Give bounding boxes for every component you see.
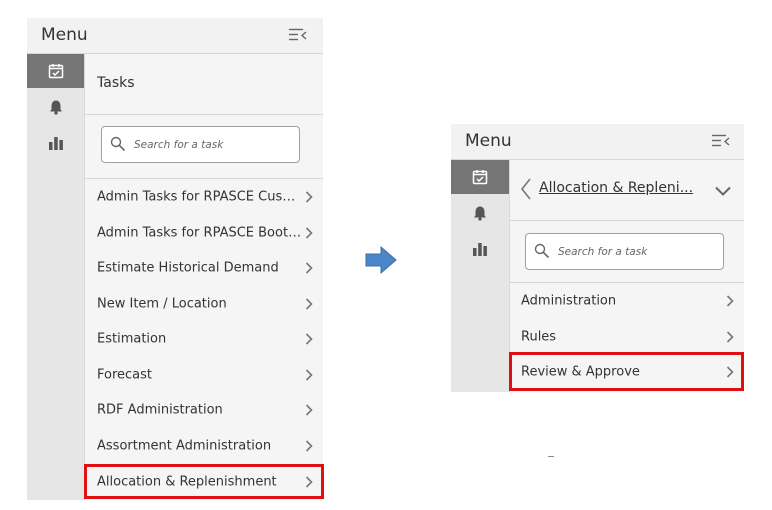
task-item-review-approve[interactable]: Review & Approve [510,354,744,390]
chevron-right-icon [305,476,313,488]
chevron-right-icon [305,262,313,274]
chevron-right-icon [726,331,734,343]
task-item-rules[interactable]: Rules [510,319,744,355]
reports-tab[interactable] [451,232,509,266]
tasks-content: Tasks Admin Tasks for RPASCE Custom... A… [84,54,323,500]
left-menu-panel: Menu Tasks Search for a task Admin Tasks… [27,18,323,500]
calendar-check-icon [472,170,488,185]
icon-rail [451,160,509,392]
chevron-right-icon [305,298,313,310]
chevron-down-icon[interactable] [715,186,731,196]
task-item-assortment-administration[interactable]: Assortment Administration [85,428,323,464]
tasks-title: Tasks [97,75,135,91]
right-arrow-icon [365,246,397,274]
task-item-estimation[interactable]: Estimation [85,321,323,357]
stray-mark [548,456,554,457]
task-item-forecast[interactable]: Forecast [85,357,323,393]
menu-title: Menu [465,131,512,151]
tasks-tab[interactable] [451,160,509,194]
icon-rail [27,54,84,500]
menu-header: Menu [451,124,744,160]
task-search-box[interactable] [101,126,300,163]
chevron-right-icon [305,440,313,452]
search-icon [534,243,550,259]
chevron-right-icon [726,295,734,307]
task-item-administration[interactable]: Administration [510,283,744,319]
search-input[interactable] [132,136,296,154]
section-title-row: Allocation & Repleni... [510,160,744,221]
chevron-right-icon [305,191,313,203]
chevron-right-icon [726,366,734,378]
task-item-admin-rpasce-custom[interactable]: Admin Tasks for RPASCE Custom... [85,179,323,215]
notifications-tab[interactable] [451,196,509,230]
chevron-right-icon [305,227,313,239]
reports-tab[interactable] [27,126,84,160]
bar-chart-icon [473,243,487,256]
notifications-tab[interactable] [27,90,84,124]
task-search-box[interactable] [525,233,724,270]
task-item-admin-rpasce-bootstrap[interactable]: Admin Tasks for RPASCE Bootstra... [85,215,323,251]
collapse-menu-icon[interactable] [711,133,731,153]
search-icon [110,136,126,152]
task-item-new-item-location[interactable]: New Item / Location [85,286,323,322]
tasks-tab[interactable] [27,54,84,88]
chevron-right-icon [305,404,313,416]
right-menu-panel: Menu Allocation & Repleni... Search for … [451,124,744,392]
task-item-estimate-historical-demand[interactable]: Estimate Historical Demand [85,250,323,286]
bell-icon [474,206,486,221]
chevron-right-icon [305,333,313,345]
tasks-content: Allocation & Repleni... Administration R… [509,160,744,392]
task-item-allocation-replenishment[interactable]: Allocation & Replenishment [85,464,323,500]
bar-chart-icon [48,137,63,150]
tasks-title-row: Tasks [85,54,323,115]
chevron-left-icon[interactable] [520,178,532,200]
task-item-rdf-administration[interactable]: RDF Administration [85,392,323,428]
menu-title: Menu [41,25,88,45]
bell-icon [49,100,62,115]
collapse-menu-icon[interactable] [288,27,308,47]
search-input[interactable] [556,243,720,261]
chevron-right-icon [305,369,313,381]
calendar-check-icon [48,64,63,79]
menu-header: Menu [27,18,323,54]
section-title-link[interactable]: Allocation & Repleni... [539,180,693,196]
